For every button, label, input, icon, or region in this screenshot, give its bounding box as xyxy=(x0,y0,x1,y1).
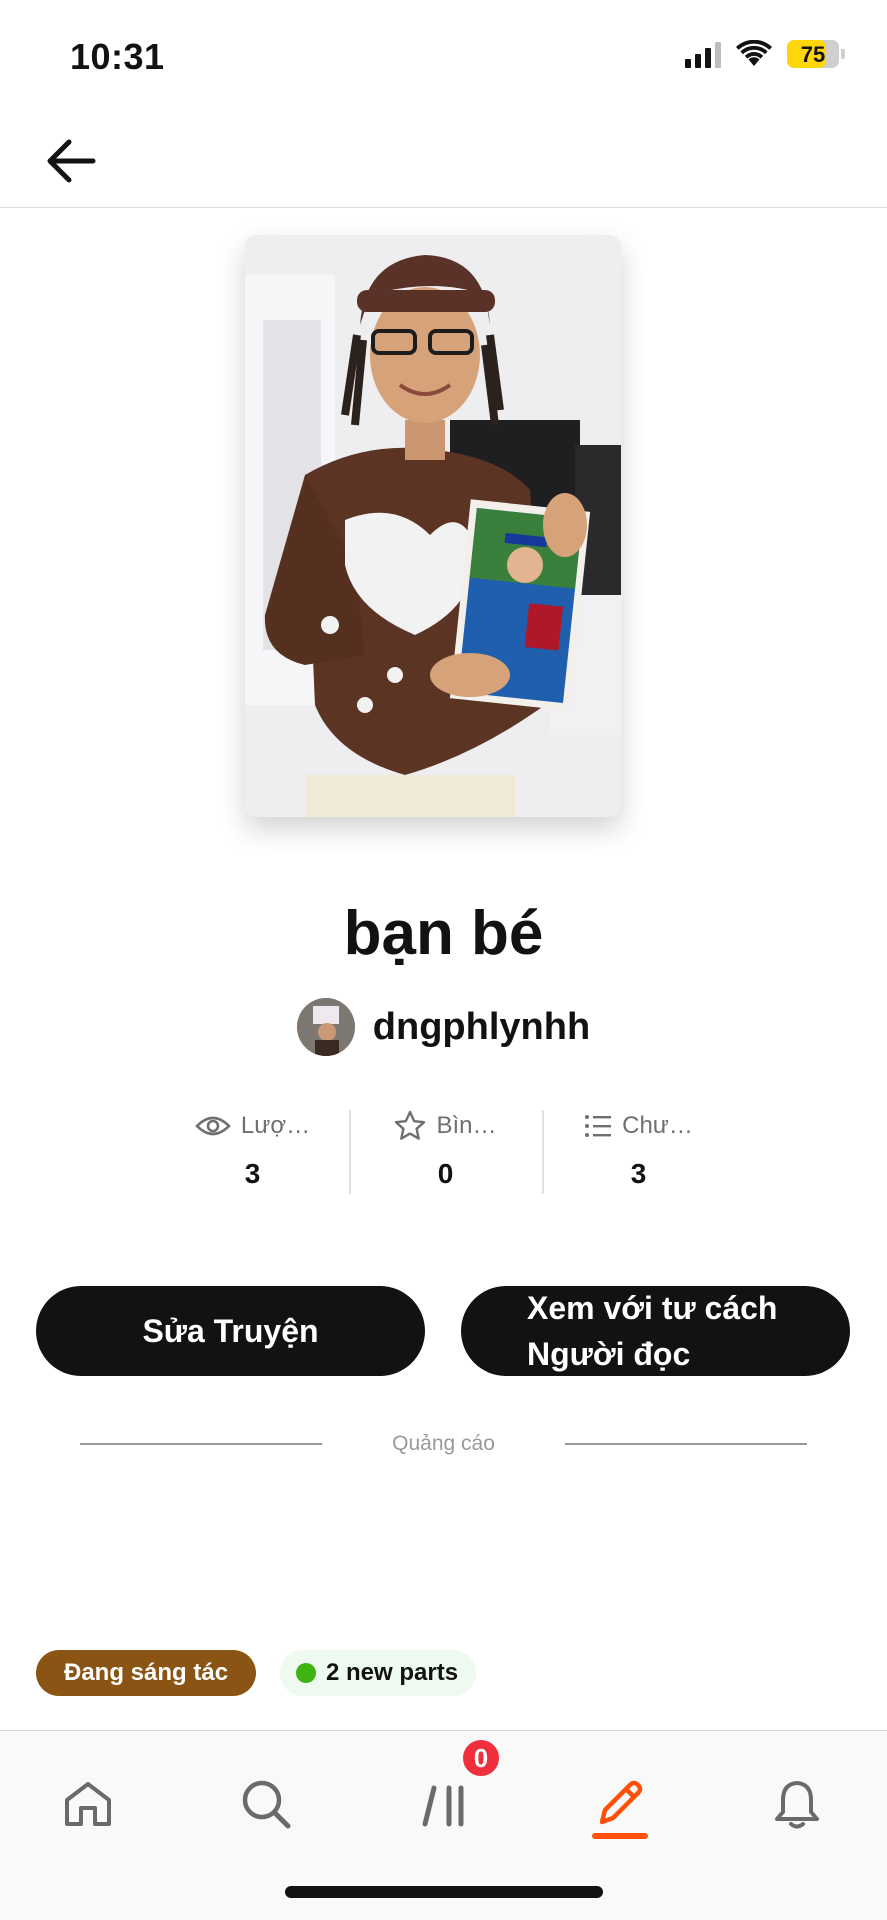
arrow-left-icon xyxy=(47,139,96,183)
eye-icon xyxy=(195,1116,231,1136)
ad-label: Quảng cáo xyxy=(392,1432,495,1455)
home-indicator[interactable] xyxy=(285,1886,603,1898)
story-stats: Lượ… 3 Bìn… 0 Chư… 3 xyxy=(156,1108,736,1196)
green-dot-icon xyxy=(296,1663,316,1683)
new-parts-label: 2 new parts xyxy=(326,1659,459,1686)
bell-icon xyxy=(775,1781,819,1829)
top-bar xyxy=(0,110,887,208)
view-as-reader-label-line2: Người đọc xyxy=(527,1336,691,1372)
divider xyxy=(565,1443,807,1445)
stat-label: Lượ… xyxy=(240,1112,311,1139)
ad-divider: Quảng cáo xyxy=(80,1432,807,1456)
status-badge: Đang sáng tác xyxy=(36,1650,257,1696)
wifi-icon xyxy=(736,40,772,66)
library-icon xyxy=(422,1785,464,1827)
new-parts-badge: 2 new parts xyxy=(280,1650,477,1696)
stat-label: Bìn… xyxy=(436,1112,497,1139)
list-icon xyxy=(585,1115,612,1137)
library-badge: 0 xyxy=(461,1738,501,1778)
status-time: 10:31 xyxy=(70,36,165,77)
story-title: bạn bé xyxy=(343,899,544,968)
stat-value: 3 xyxy=(244,1158,261,1189)
pencil-icon xyxy=(599,1780,643,1825)
active-tab-indicator xyxy=(592,1833,648,1839)
nav-search[interactable] xyxy=(221,1759,311,1849)
stat-value: 3 xyxy=(630,1158,647,1189)
search-icon xyxy=(242,1780,291,1829)
avatar[interactable] xyxy=(296,998,355,1056)
stat-parts: Chư… 3 xyxy=(542,1108,735,1196)
status-icons: 75 xyxy=(685,40,845,68)
battery-icon: 75 xyxy=(787,40,845,68)
divider xyxy=(80,1443,322,1445)
home-icon xyxy=(65,1782,111,1826)
nav-home[interactable] xyxy=(43,1759,133,1849)
nav-notifications[interactable] xyxy=(752,1759,842,1849)
stat-label: Chư… xyxy=(622,1112,693,1139)
view-as-reader-label-line1: Xem với tư cách xyxy=(527,1290,778,1326)
edit-story-button[interactable]: Sửa Truyện xyxy=(36,1286,425,1376)
story-cover[interactable] xyxy=(245,235,621,817)
author-name[interactable]: dngphlynhh xyxy=(373,1006,590,1049)
status-bar: 10:31 75 xyxy=(0,0,887,110)
stat-value: 0 xyxy=(437,1158,454,1189)
view-as-reader-button[interactable]: Xem với tư cách Người đọc xyxy=(461,1286,850,1376)
back-button[interactable] xyxy=(40,130,102,192)
battery-level: 75 xyxy=(800,42,826,67)
stat-votes: Bìn… 0 xyxy=(349,1108,542,1196)
author-row[interactable]: dngphlynhh xyxy=(0,998,887,1056)
stat-reads: Lượ… 3 xyxy=(156,1108,349,1196)
cover-photo xyxy=(245,235,621,817)
star-icon xyxy=(395,1110,426,1140)
signal-icon xyxy=(685,40,721,68)
